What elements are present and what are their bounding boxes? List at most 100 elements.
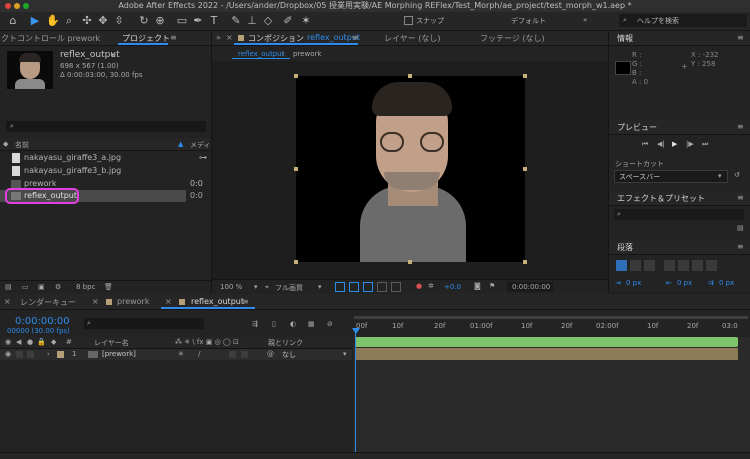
- breadcrumb-prework[interactable]: prework: [293, 50, 321, 58]
- switch-box[interactable]: [229, 351, 236, 358]
- expand-chevron-icon[interactable]: ›: [47, 350, 50, 358]
- collapse-transform-icon[interactable]: ✳: [178, 350, 184, 358]
- pen-tool-icon[interactable]: ✒: [191, 14, 205, 28]
- justify-all-icon[interactable]: [706, 260, 717, 271]
- exposure-value[interactable]: +0.0: [444, 283, 461, 291]
- shy-layers-icon[interactable]: ◐: [290, 320, 296, 328]
- draft-3d-icon[interactable]: ▯: [272, 320, 276, 328]
- solo-icon[interactable]: ●: [27, 338, 33, 346]
- timecode-field[interactable]: 0:00:00:00: [507, 282, 553, 292]
- chevron-down-icon[interactable]: ▾: [343, 350, 347, 358]
- workspace-menu-icon[interactable]: »: [583, 16, 587, 24]
- reset-icon[interactable]: ↺: [734, 171, 740, 179]
- tab-footage[interactable]: フッテージ (なし): [480, 33, 545, 44]
- close-tab-icon[interactable]: ×: [226, 33, 233, 42]
- roto-brush-icon[interactable]: ✐: [281, 14, 295, 28]
- panel-menu-icon[interactable]: ≡: [737, 242, 744, 251]
- indent-left-icon[interactable]: ⇥: [615, 279, 621, 287]
- column-layer-name[interactable]: レイヤー名: [94, 338, 129, 348]
- rotate-tool-icon[interactable]: ↻: [137, 14, 151, 28]
- tab-reflex-output[interactable]: reflex_output: [191, 297, 244, 306]
- align-center-icon[interactable]: [630, 260, 641, 271]
- grid-icon[interactable]: [391, 282, 401, 292]
- tab-prework[interactable]: prework: [117, 297, 149, 306]
- transform-handle[interactable]: [294, 167, 298, 171]
- switch-box[interactable]: [241, 351, 248, 358]
- justify-right-icon[interactable]: [692, 260, 703, 271]
- first-frame-icon[interactable]: ⏮: [642, 140, 648, 149]
- quality-switch-icon[interactable]: /: [198, 350, 200, 358]
- indent-first-icon[interactable]: ⇉: [708, 279, 714, 287]
- align-right-icon[interactable]: [644, 260, 655, 271]
- zoom-dropdown[interactable]: 100 %: [220, 283, 242, 291]
- switches-icon[interactable]: ⁂ ✳ \ fx ▣ ◎ ◯ ⊡: [175, 338, 239, 346]
- selection-tool-icon[interactable]: ▶: [28, 14, 42, 28]
- shortcut-dropdown[interactable]: スペースバー ▾: [614, 170, 728, 183]
- new-preset-icon[interactable]: ▤: [737, 224, 744, 232]
- zoom-tool-icon[interactable]: ⌕: [62, 14, 76, 28]
- close-tab-icon[interactable]: ×: [4, 297, 11, 306]
- solo-toggle[interactable]: [27, 351, 34, 358]
- info-panel-title[interactable]: 情報: [617, 33, 633, 44]
- orbit-tool-icon[interactable]: ✣: [80, 14, 94, 28]
- brush-tool-icon[interactable]: ✎: [229, 14, 243, 28]
- layer-row[interactable]: ◉ › 1 [prework] ✳ / @ なし ▾: [0, 349, 352, 360]
- snapshot-icon[interactable]: ◙: [474, 282, 481, 290]
- panel-menu-icon[interactable]: ≡: [352, 33, 359, 42]
- selected-item-dropdown-icon[interactable]: ▾: [111, 51, 115, 59]
- close-tab-icon[interactable]: ×: [165, 297, 172, 306]
- number-column-icon[interactable]: #: [66, 338, 72, 346]
- panel-menu-icon[interactable]: ≡: [737, 122, 744, 131]
- paragraph-panel-title[interactable]: 段落: [617, 242, 633, 253]
- parent-value[interactable]: なし: [282, 350, 296, 360]
- last-frame-icon[interactable]: ⏭: [702, 140, 708, 149]
- close-tab-icon[interactable]: ×: [92, 297, 99, 306]
- eraser-tool-icon[interactable]: ◇: [261, 14, 275, 28]
- minimize-window-icon[interactable]: [14, 3, 20, 9]
- color-management-icon[interactable]: ✲: [428, 282, 434, 290]
- panel-collapse-icon[interactable]: »: [216, 33, 221, 42]
- tab-effect-controls[interactable]: クトコントロール prework: [1, 33, 100, 44]
- guides-icon[interactable]: [377, 282, 387, 292]
- layer-duration-bar-top[interactable]: [355, 337, 738, 347]
- type-tool-icon[interactable]: T: [207, 14, 221, 28]
- frame-blending-icon[interactable]: ▦: [308, 320, 315, 328]
- column-name[interactable]: 名前: [15, 140, 29, 150]
- panel-menu-icon[interactable]: ≡: [737, 33, 744, 42]
- clone-stamp-icon[interactable]: ⊥: [245, 14, 259, 28]
- layer-name[interactable]: [prework]: [102, 350, 136, 358]
- composition-viewer[interactable]: [296, 76, 525, 262]
- project-search-input[interactable]: ⌕: [6, 121, 206, 132]
- play-icon[interactable]: ▶: [672, 140, 677, 148]
- comp-mini-flowchart-icon[interactable]: ⇶: [252, 320, 258, 328]
- audio-toggle-icon[interactable]: ◀: [16, 338, 21, 346]
- transform-handle[interactable]: [408, 74, 412, 78]
- list-item[interactable]: nakayasu_giraffe3_b.jpg: [0, 165, 210, 177]
- interpret-footage-icon[interactable]: ▤: [5, 283, 12, 291]
- help-search-input[interactable]: ⌕ ヘルプを検索: [619, 14, 747, 27]
- panel-menu-icon[interactable]: ≡: [737, 193, 744, 202]
- pickwhip-icon[interactable]: @: [267, 350, 274, 358]
- chevron-down-icon[interactable]: ▾: [254, 283, 258, 291]
- new-folder-icon[interactable]: ▭: [22, 283, 29, 291]
- hand-tool-icon[interactable]: ✋: [46, 14, 60, 28]
- transparency-grid-icon[interactable]: [349, 282, 359, 292]
- dolly-tool-icon[interactable]: ⇳: [112, 14, 126, 28]
- panel-menu-icon[interactable]: ≡: [242, 297, 249, 306]
- tab-render-queue[interactable]: レンダーキュー: [20, 297, 76, 308]
- current-time-display[interactable]: 0:00:00:00: [15, 316, 70, 327]
- transform-handle[interactable]: [523, 74, 527, 78]
- transform-handle[interactable]: [523, 260, 527, 264]
- workspace-label[interactable]: デフォルト: [511, 16, 546, 26]
- settings-icon[interactable]: ⚙: [55, 283, 61, 291]
- effects-search-input[interactable]: ⌕: [614, 209, 744, 220]
- home-icon[interactable]: ⌂: [6, 14, 20, 28]
- quality-dropdown-icon[interactable]: ⌖: [265, 283, 269, 292]
- new-composition-icon[interactable]: ▣: [38, 283, 45, 291]
- show-snapshot-icon[interactable]: ⚑: [489, 282, 495, 290]
- column-media[interactable]: メディ: [190, 140, 211, 150]
- audio-toggle[interactable]: [16, 351, 23, 358]
- layer-color-label[interactable]: [57, 351, 64, 358]
- column-parent[interactable]: 親とリンク: [268, 338, 303, 348]
- panel-menu-icon[interactable]: ≡: [170, 33, 177, 42]
